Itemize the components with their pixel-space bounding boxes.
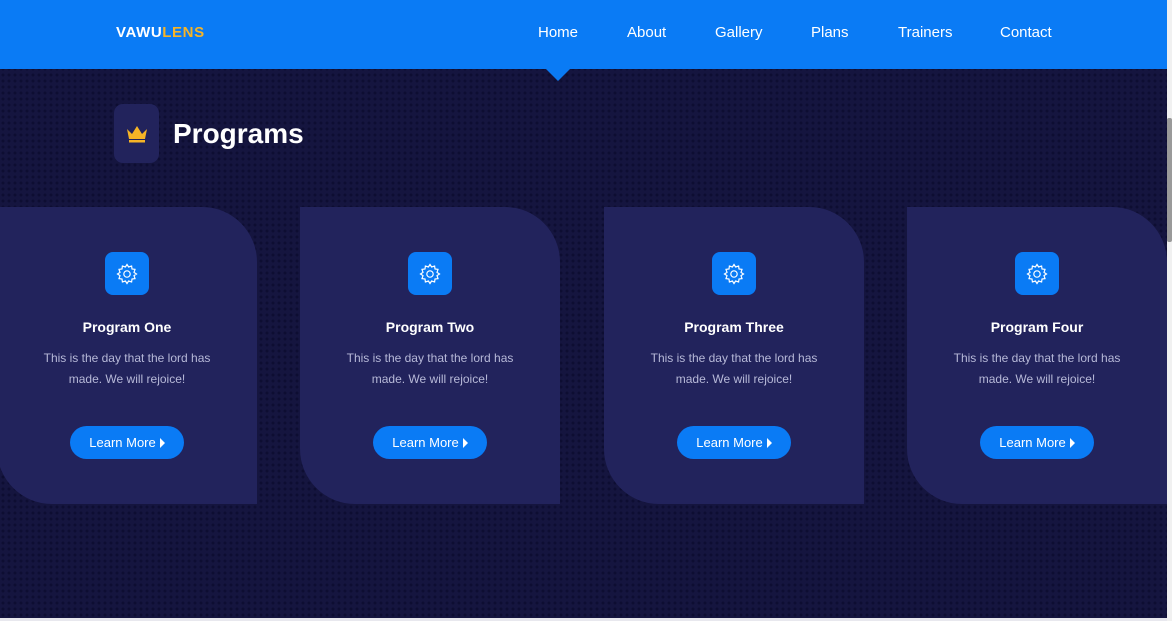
caret-right-icon [159, 437, 165, 448]
button-label: Learn More [392, 435, 459, 450]
card-title: Program Four [990, 319, 1084, 335]
card-title: Program Two [385, 319, 475, 335]
card-title: Program One [82, 319, 172, 335]
nav-item-plans[interactable]: Plans [811, 24, 849, 41]
card-description: This is the day that the lord has made. … [650, 351, 818, 386]
button-label: Learn More [696, 435, 763, 450]
nav-item-about[interactable]: About [627, 24, 666, 41]
card-icon-box [1015, 252, 1059, 295]
nav-item-contact[interactable]: Contact [1000, 24, 1052, 41]
active-nav-indicator [545, 68, 571, 81]
brand-logo[interactable]: VAWULENS [116, 24, 205, 41]
card-description: This is the day that the lord has made. … [346, 351, 514, 386]
page: VAWULENS Home About Gallery Plans Traine… [0, 0, 1172, 621]
brand-accent: LENS [162, 24, 205, 41]
navbar: VAWULENS Home About Gallery Plans Traine… [0, 0, 1167, 69]
nav-item-trainers[interactable]: Trainers [898, 24, 952, 41]
card-icon-box [105, 252, 149, 295]
section-title: Programs [173, 118, 304, 149]
button-label: Learn More [999, 435, 1066, 450]
scrollbar-thumb[interactable] [1167, 118, 1172, 242]
card-icon-box [712, 252, 756, 295]
program-card: Program One This is the day that the lor… [0, 207, 257, 504]
program-card: Program Two This is the day that the lor… [300, 207, 560, 504]
card-description: This is the day that the lord has made. … [43, 351, 211, 386]
learn-more-button[interactable]: Learn More [980, 426, 1094, 459]
learn-more-button[interactable]: Learn More [677, 426, 791, 459]
gear-icon [116, 262, 138, 285]
nav-item-gallery[interactable]: Gallery [715, 24, 763, 41]
program-card: Program Four This is the day that the lo… [907, 207, 1167, 504]
vertical-scrollbar[interactable] [1167, 0, 1172, 621]
nav-item-home[interactable]: Home [538, 24, 578, 41]
caret-right-icon [1069, 437, 1075, 448]
brand-name: VAWU [116, 24, 163, 41]
card-description: This is the day that the lord has made. … [953, 351, 1121, 386]
caret-right-icon [462, 437, 468, 448]
gear-icon [1026, 262, 1048, 285]
learn-more-button[interactable]: Learn More [373, 426, 487, 459]
learn-more-button[interactable]: Learn More [70, 426, 184, 459]
card-title: Program Three [684, 319, 784, 335]
caret-right-icon [766, 437, 772, 448]
button-label: Learn More [89, 435, 156, 450]
card-icon-box [408, 252, 452, 295]
program-card: Program Three This is the day that the l… [604, 207, 864, 504]
gear-icon [723, 262, 745, 285]
gear-icon [419, 262, 441, 285]
crown-icon [126, 125, 147, 142]
section-icon-box [114, 104, 159, 163]
